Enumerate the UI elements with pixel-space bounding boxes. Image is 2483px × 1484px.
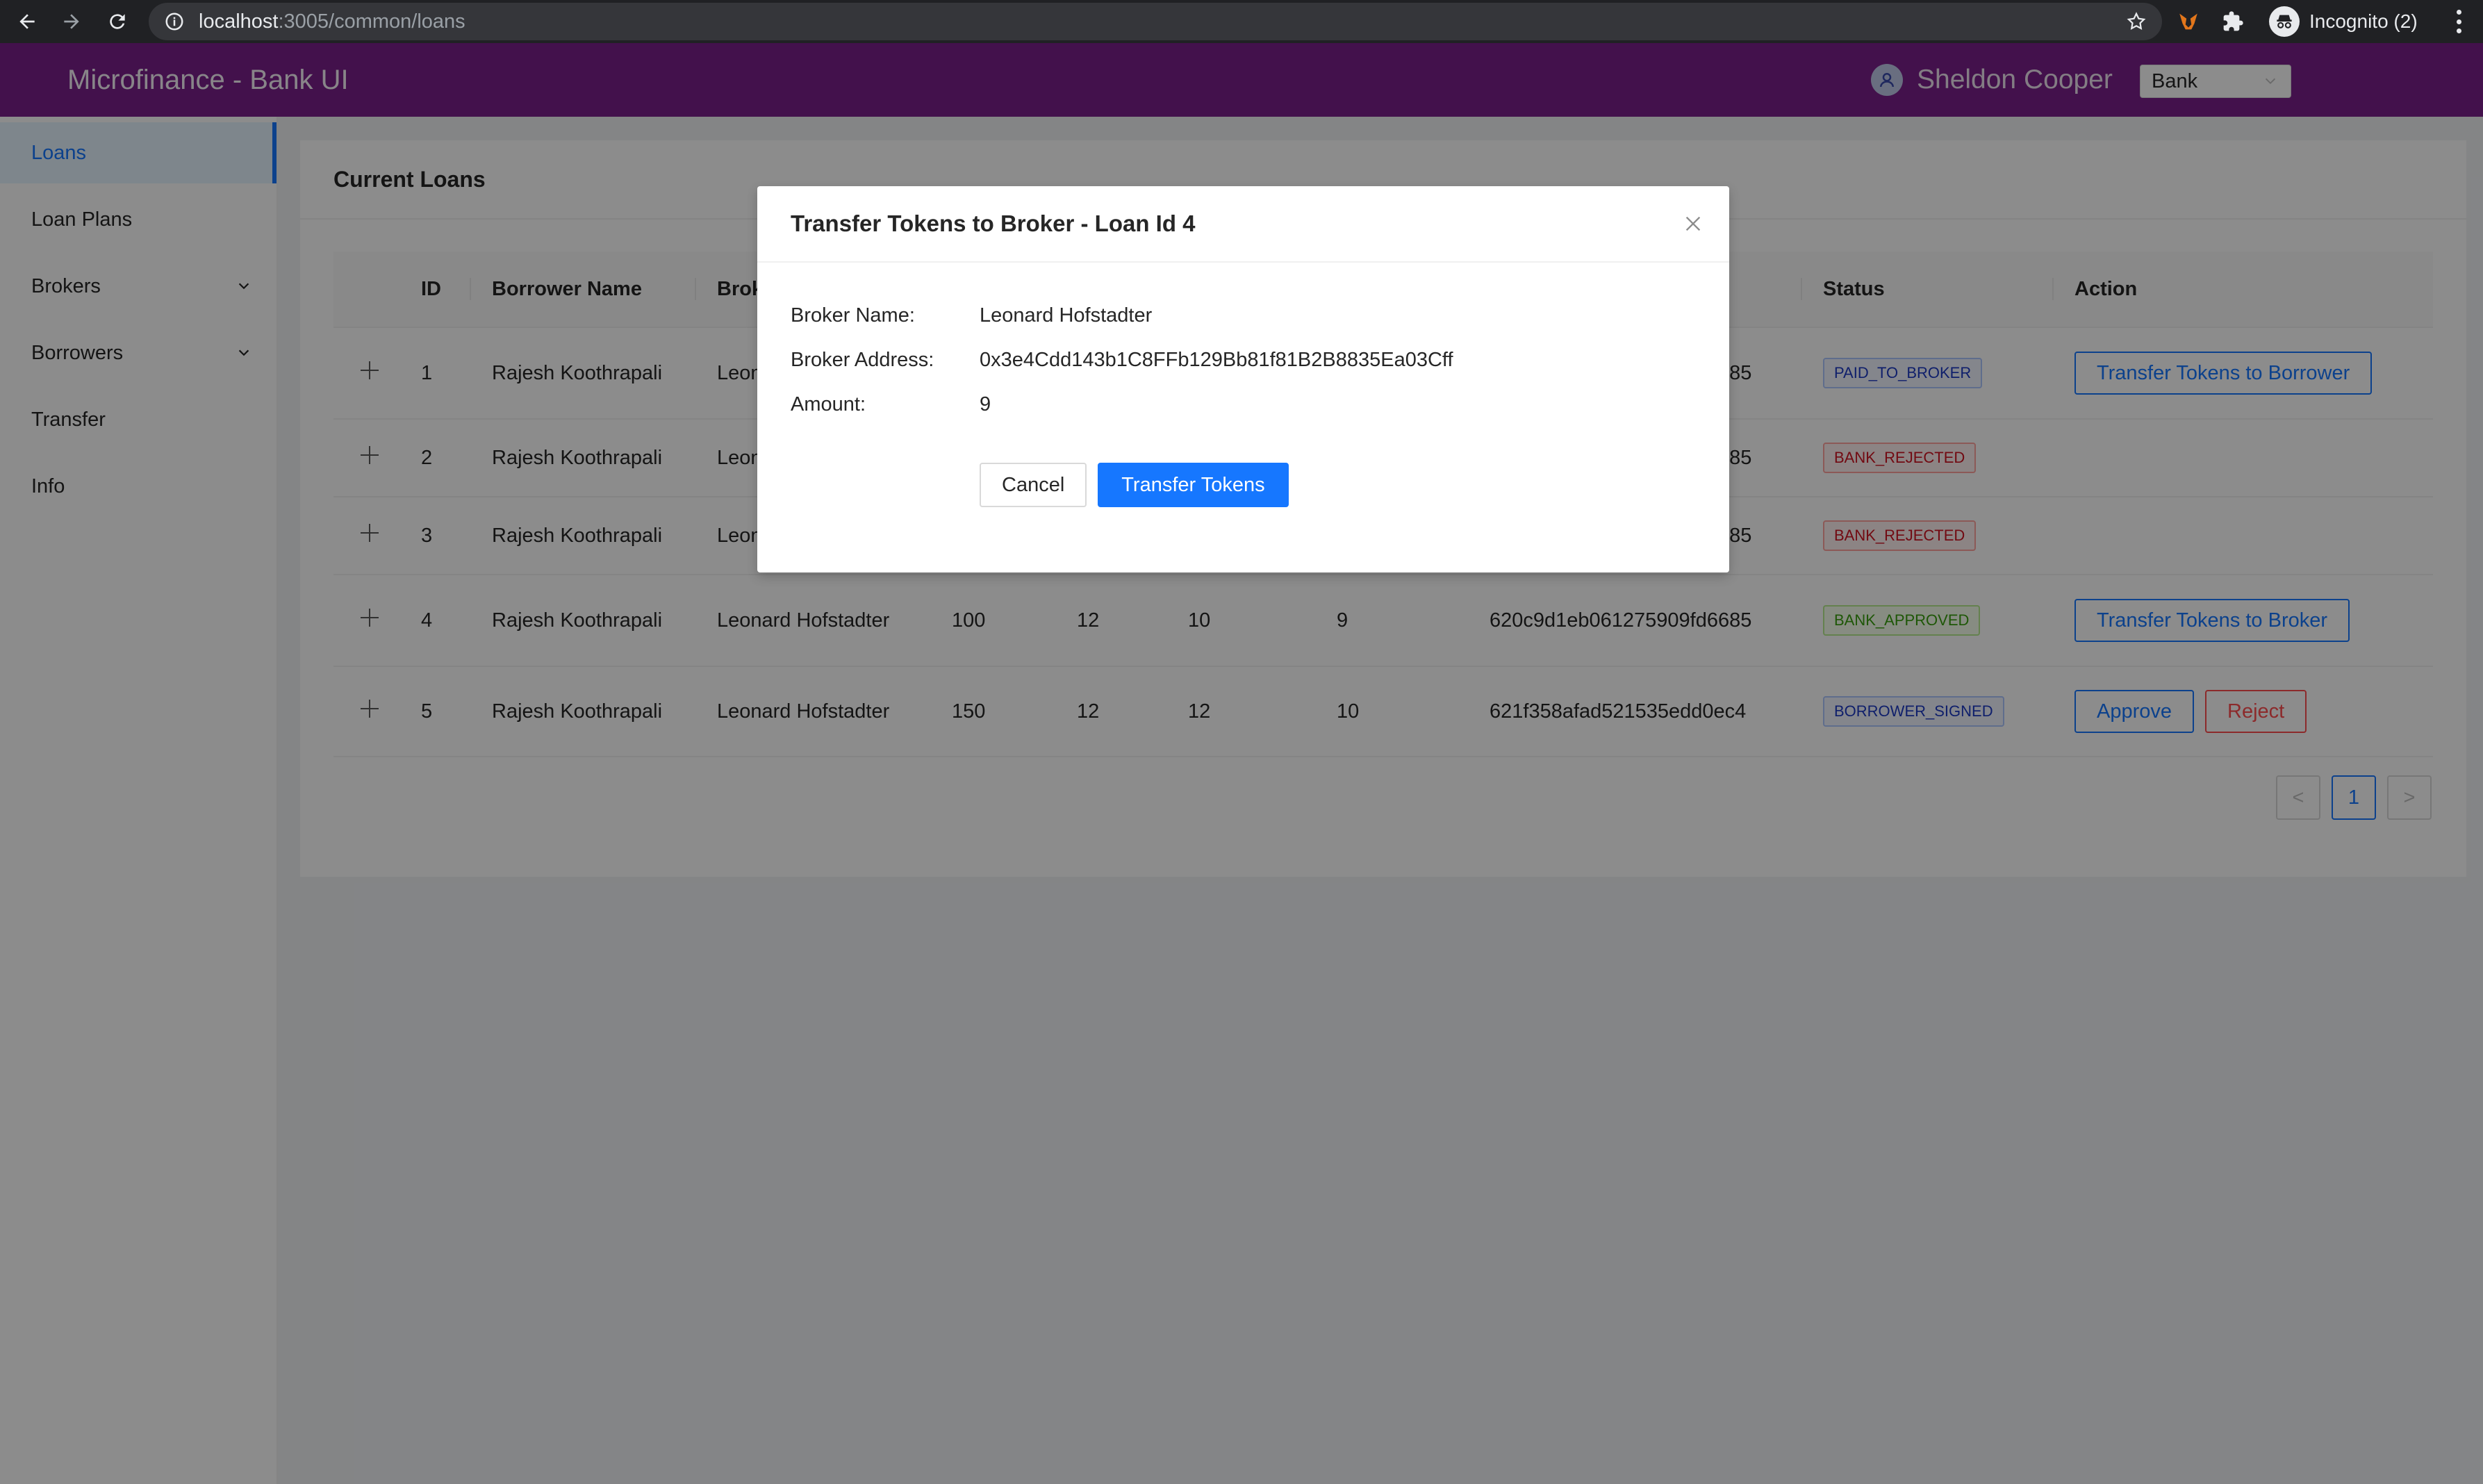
info-icon[interactable]: [164, 11, 185, 32]
metamask-fox-icon[interactable]: [2175, 8, 2202, 35]
url-path: :3005/common/loans: [278, 10, 465, 33]
incognito-profile[interactable]: Incognito (2): [2269, 6, 2418, 37]
address-bar[interactable]: localhost:3005/common/loans: [149, 3, 2162, 40]
broker-name-field: Broker Name: Leonard Hofstadter: [791, 304, 1153, 327]
cancel-button[interactable]: Cancel: [980, 463, 1087, 507]
extensions-puzzle-icon[interactable]: [2219, 8, 2247, 35]
bookmark-star-icon[interactable]: [2126, 11, 2147, 32]
broker-name-label: Broker Name: [791, 304, 909, 327]
broker-name-value: Leonard Hofstadter: [980, 304, 1153, 327]
reload-button[interactable]: [96, 0, 139, 43]
incognito-icon: [2269, 6, 2300, 37]
reload-icon: [110, 14, 125, 29]
close-icon[interactable]: [1682, 213, 1704, 235]
transfer-tokens-button[interactable]: Transfer Tokens: [1098, 463, 1289, 507]
url-host: localhost: [199, 10, 279, 33]
forward-button[interactable]: [50, 0, 93, 43]
back-button[interactable]: [6, 0, 49, 43]
incognito-label: Incognito (2): [2309, 10, 2418, 32]
browser-toolbar: localhost:3005/common/loans Incognito (2…: [0, 0, 2483, 43]
broker-address-field: Broker Address: 0x3e4Cdd143b1C8FFb129Bb8…: [791, 349, 1453, 371]
arrow-left-icon: [19, 14, 35, 29]
modal-title: Transfer Tokens to Broker - Loan Id 4: [757, 186, 1729, 263]
arrow-right-icon: [64, 14, 79, 29]
browser-menu-icon[interactable]: [2448, 10, 2469, 33]
url-text: localhost:3005/common/loans: [199, 10, 465, 33]
amount-label: Amount: [791, 393, 860, 415]
amount-field: Amount: 9: [791, 393, 991, 415]
transfer-tokens-modal: Transfer Tokens to Broker - Loan Id 4 Br…: [757, 186, 1729, 572]
broker-address-value: 0x3e4Cdd143b1C8FFb129Bb81f81B2B8835Ea03C…: [980, 349, 1453, 371]
broker-address-label: Broker Address: [791, 349, 929, 371]
amount-value: 9: [980, 393, 991, 415]
